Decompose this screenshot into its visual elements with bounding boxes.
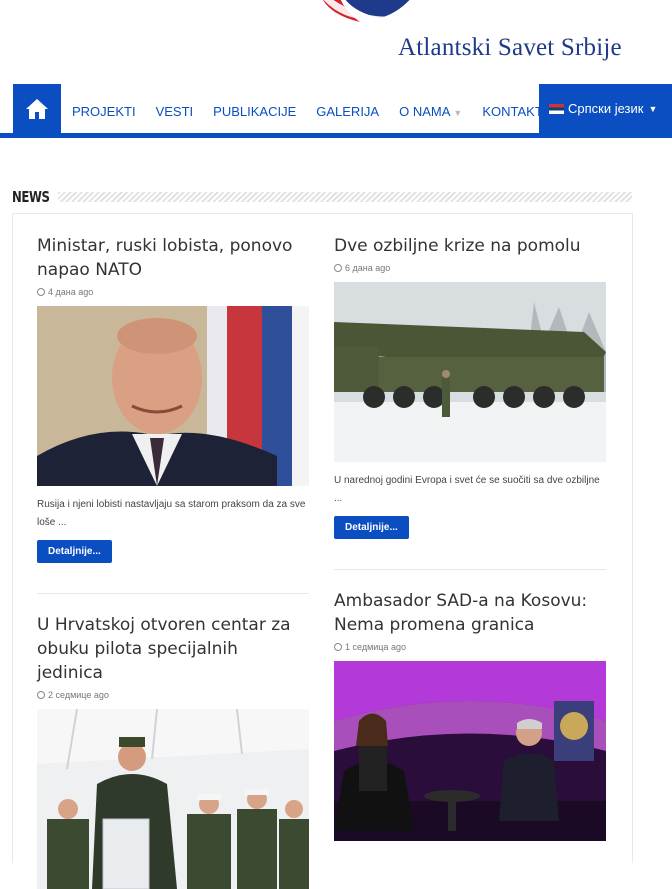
sidebar-edge	[668, 186, 672, 846]
missile-launcher-photo	[334, 282, 606, 462]
post-title[interactable]: U Hrvatskoj otvoren centar za obuku pilo…	[37, 613, 309, 685]
post-thumbnail[interactable]	[334, 282, 606, 462]
nav-item-galerija[interactable]: GALERIJA	[306, 84, 389, 133]
clock-icon	[37, 691, 45, 699]
home-icon	[26, 98, 48, 119]
read-more-button[interactable]: Detaljnije...	[334, 516, 409, 539]
tv-interview-photo	[334, 661, 606, 841]
post-title[interactable]: Ambasador SAD-a na Kosovu: Nema promena …	[334, 589, 606, 637]
serbia-flag-icon	[549, 103, 564, 114]
post-thumbnail[interactable]	[334, 661, 606, 841]
section-heading: NEWS	[12, 186, 632, 208]
post-date: 2 седмице ago	[37, 690, 309, 700]
chevron-down-icon: ▼	[648, 103, 658, 114]
news-post: Ambasador SAD-a na Kosovu: Nema promena …	[334, 589, 606, 841]
nav-item-label: PROJEKTI	[72, 104, 136, 119]
post-date-text: 4 дана ago	[48, 287, 94, 297]
post-title[interactable]: Ministar, ruski lobista, ponovo napao NA…	[37, 234, 309, 282]
nav-item-publikacije[interactable]: PUBLIKACIJE	[203, 84, 306, 133]
post-date: 4 дана ago	[37, 287, 309, 297]
clock-icon	[37, 288, 45, 296]
news-post: Ministar, ruski lobista, ponovo napao NA…	[37, 234, 309, 563]
language-selector[interactable]: Српски језик ▼	[539, 84, 672, 133]
minister-photo	[37, 306, 309, 486]
post-thumbnail[interactable]	[37, 306, 309, 486]
nav-item-vesti[interactable]: VESTI	[146, 84, 204, 133]
post-date-text: 1 седмица ago	[345, 642, 406, 652]
site-header: Atlantski Savet Srbije	[0, 0, 672, 84]
nav-home-button[interactable]	[13, 84, 61, 133]
chevron-down-icon: ▼	[453, 108, 463, 118]
post-date-text: 6 дана ago	[345, 263, 391, 273]
nav-item-label: KONTAKT	[482, 104, 543, 119]
nav-item-projekti[interactable]: PROJEKTI	[62, 84, 146, 133]
post-date: 6 дана ago	[334, 263, 606, 273]
post-title[interactable]: Dve ozbiljne krize na pomolu	[334, 234, 606, 258]
post-thumbnail[interactable]	[37, 709, 309, 889]
clock-icon	[334, 264, 342, 272]
post-divider	[37, 593, 309, 594]
site-name[interactable]: Atlantski Savet Srbije	[398, 34, 622, 62]
post-date: 1 седмица ago	[334, 642, 606, 652]
section-title: NEWS	[12, 188, 50, 206]
post-divider	[334, 569, 606, 570]
nav-item-label: O NAMA	[399, 104, 451, 119]
read-more-button[interactable]: Detaljnije...	[37, 540, 112, 563]
post-excerpt: U narednoj godini Evropa i svet će se su…	[334, 475, 600, 504]
language-label: Српски језик	[568, 101, 644, 116]
news-box: Ministar, ruski lobista, ponovo napao NA…	[12, 213, 633, 889]
news-post: U Hrvatskoj otvoren centar za obuku pilo…	[37, 613, 309, 889]
ceremony-photo	[37, 709, 309, 889]
nav-item-label: GALERIJA	[316, 104, 380, 119]
clock-icon	[334, 643, 342, 651]
nav-item-label: VESTI	[155, 104, 194, 119]
section-stripes	[58, 192, 632, 202]
post-excerpt: Rusija i njeni lobisti nastavljaju sa st…	[37, 499, 306, 528]
nav-items: PROJEKTI VESTI PUBLIKACIJE GALERIJA O NA…	[62, 84, 553, 133]
nav-item-o-nama[interactable]: O NAMA ▼	[389, 84, 472, 133]
main-nav: PROJEKTI VESTI PUBLIKACIJE GALERIJA O NA…	[0, 84, 672, 138]
post-date-text: 2 седмице ago	[48, 690, 109, 700]
nav-item-label: PUBLIKACIJE	[213, 104, 297, 119]
news-post: Dve ozbiljne krize na pomolu 6 дана ago	[334, 234, 606, 539]
